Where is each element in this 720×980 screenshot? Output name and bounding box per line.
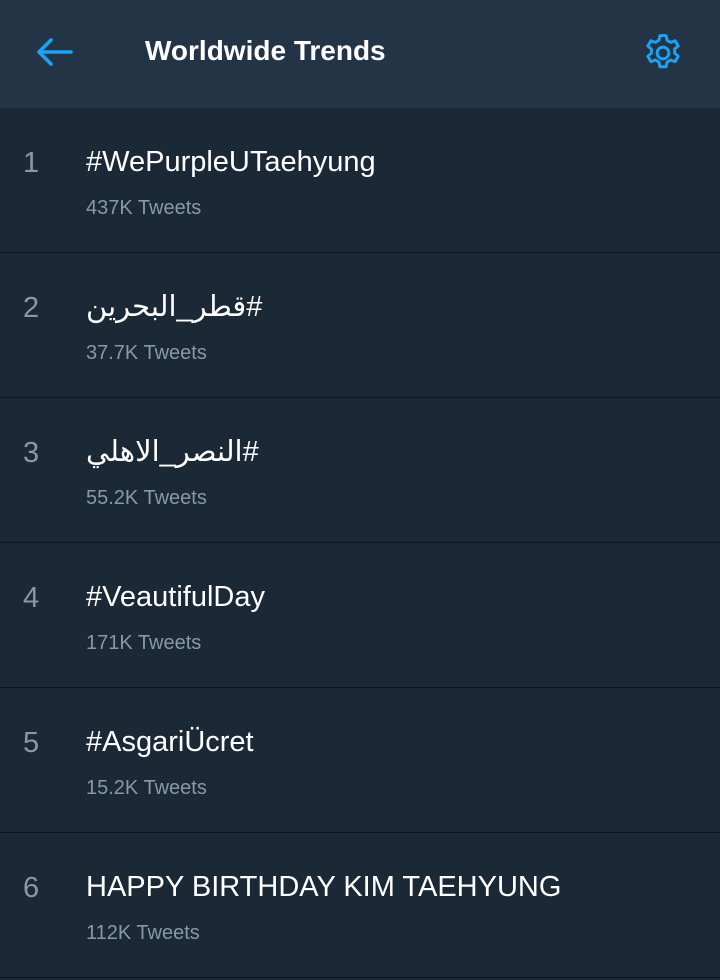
trend-item[interactable]: 1 #WePurpleUTaehyung 437K Tweets	[0, 108, 720, 253]
trend-tweet-count: 37.7K Tweets	[86, 342, 207, 364]
page-title: Worldwide Trends	[145, 35, 386, 66]
trend-item[interactable]: 3 #النصر_الاهلي 55.2K Tweets	[0, 398, 720, 543]
settings-button[interactable]	[632, 22, 694, 84]
trend-item[interactable]: 4 #VeautifulDay 171K Tweets	[0, 543, 720, 688]
back-button[interactable]	[22, 24, 88, 80]
trend-name: #VeautifulDay	[86, 581, 265, 613]
trend-rank: 2	[23, 292, 40, 324]
trend-tweet-count: 112K Tweets	[86, 922, 200, 944]
trend-name: #WePurpleUTaehyung	[86, 146, 376, 178]
trend-tweet-count: 171K Tweets	[86, 632, 202, 654]
trend-name: HAPPY BIRTHDAY KIM TAEHYUNG	[86, 871, 562, 903]
arrow-left-icon	[37, 38, 73, 66]
trend-tweet-count: 15.2K Tweets	[86, 777, 207, 799]
trend-tweet-count: 437K Tweets	[86, 197, 202, 219]
trends-list: 1 #WePurpleUTaehyung 437K Tweets 2 #قطر_…	[0, 108, 720, 978]
trend-rank: 1	[23, 147, 40, 179]
trend-tweet-count: 55.2K Tweets	[86, 487, 207, 509]
trend-rank: 6	[23, 872, 40, 904]
trend-item[interactable]: 6 HAPPY BIRTHDAY KIM TAEHYUNG 112K Tweet…	[0, 833, 720, 978]
trend-name: #قطر_البحرين	[86, 291, 263, 323]
trend-name: #AsgariÜcret	[86, 726, 254, 758]
trend-rank: 5	[23, 727, 40, 759]
trend-name: #النصر_الاهلي	[86, 436, 259, 468]
trend-rank: 3	[23, 437, 40, 469]
trend-rank: 4	[23, 582, 40, 614]
trends-screen: Worldwide Trends 1 #WePurpleUTaehyung 43…	[0, 0, 720, 980]
gear-icon	[646, 34, 680, 69]
trend-item[interactable]: 2 #قطر_البحرين 37.7K Tweets	[0, 253, 720, 398]
top-bar: Worldwide Trends	[0, 0, 720, 108]
trend-item[interactable]: 5 #AsgariÜcret 15.2K Tweets	[0, 688, 720, 833]
